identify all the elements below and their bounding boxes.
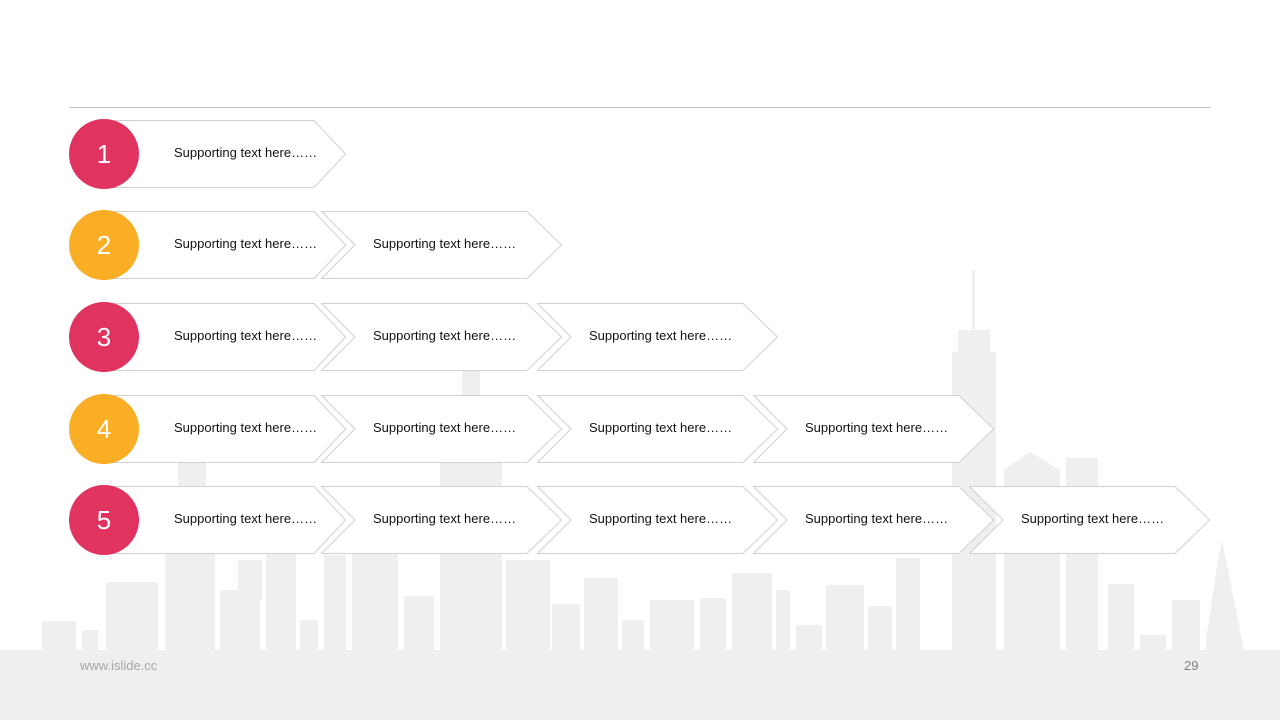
page-number: 29 (1184, 658, 1199, 673)
supporting-text: Supporting text here…… (174, 328, 318, 343)
title-divider-line (70, 107, 1210, 108)
step-number-badge: 4 (69, 394, 139, 464)
step-number-badge: 2 (69, 210, 139, 280)
supporting-text: Supporting text here…… (805, 420, 949, 435)
supporting-text: Supporting text here…… (174, 236, 318, 251)
supporting-text: Supporting text here…… (589, 420, 733, 435)
supporting-text: Supporting text here…… (174, 420, 318, 435)
supporting-text: Supporting text here…… (174, 145, 318, 160)
supporting-text: Supporting text here…… (373, 420, 517, 435)
supporting-text: Supporting text here…… (174, 511, 318, 526)
step-row-5: Supporting text here…… Supporting text he… (69, 485, 1219, 555)
step-number-badge: 5 (69, 485, 139, 555)
supporting-text: Supporting text here…… (373, 328, 517, 343)
step-number-badge: 3 (69, 302, 139, 372)
supporting-text: Supporting text here…… (589, 328, 733, 343)
step-row-1: Supporting text here…… 1 (69, 119, 1219, 189)
supporting-text: Supporting text here…… (805, 511, 949, 526)
step-row-2: Supporting text here…… Supporting text he… (69, 210, 1219, 280)
supporting-text: Supporting text here…… (1021, 511, 1165, 526)
supporting-text: Supporting text here…… (373, 236, 517, 251)
step-row-4: Supporting text here…… Supporting text he… (69, 394, 1219, 464)
footer-url: www.islide.cc (80, 658, 158, 673)
supporting-text: Supporting text here…… (589, 511, 733, 526)
step-row-3: Supporting text here…… Supporting text he… (69, 302, 1219, 372)
supporting-text: Supporting text here…… (373, 511, 517, 526)
step-number-badge: 1 (69, 119, 139, 189)
